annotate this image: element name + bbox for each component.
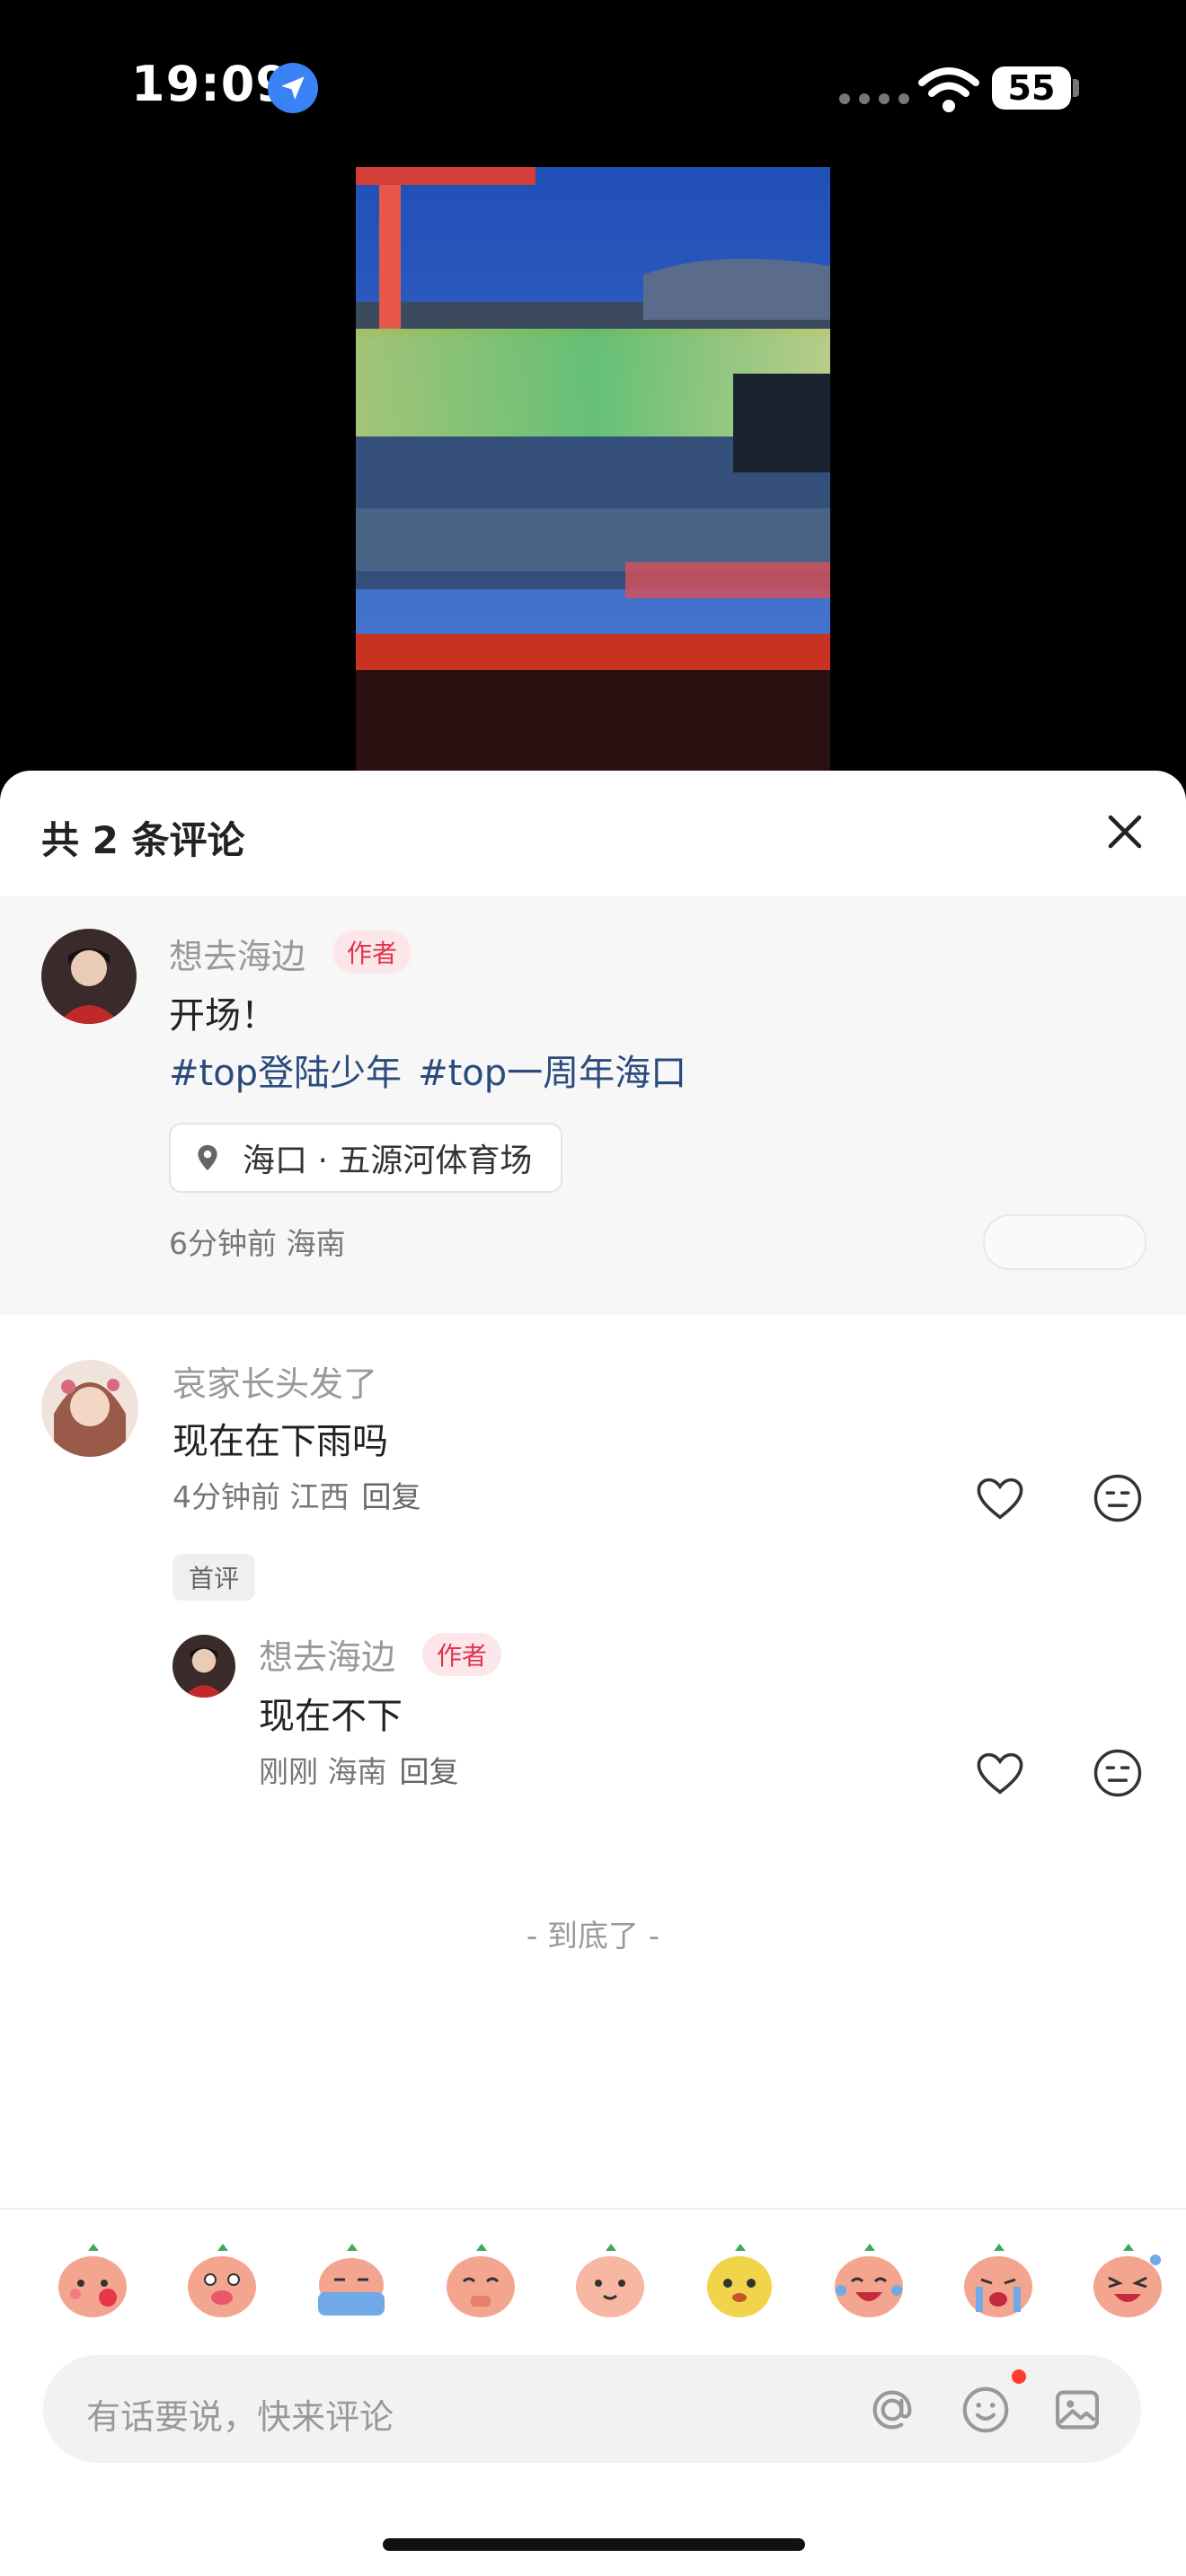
like-heart-icon[interactable] [976, 1477, 1024, 1522]
peach-crying-water-emoji-icon[interactable] [311, 2240, 392, 2321]
reply-meta: 刚刚 海南 回复 [259, 1748, 459, 1791]
post-meta: 6分钟前 海南 [169, 1226, 346, 1261]
location-pin-icon [198, 1144, 217, 1171]
comment-text: 现在在下雨吗 [173, 1421, 388, 1462]
comments-count-title: 共 2 条评论 [41, 818, 245, 862]
post-caption: 想去海边 作者 开场！ #top登陆少年 #top一周年海口 海口 · 五源河体育… [0, 896, 1186, 1315]
post-text: 开场！ [169, 995, 277, 1037]
location-arrow-icon [268, 63, 318, 113]
comment-input-placeholder[interactable]: 有话要说，快来评论 [86, 2389, 394, 2439]
commenter-avatar[interactable] [41, 1360, 138, 1457]
reply-text: 现在不下 [259, 1696, 403, 1737]
peach-pleading-emoji-icon[interactable] [440, 2240, 521, 2321]
reply-author-name[interactable]: 想去海边 [259, 1629, 395, 1679]
hashtag-link[interactable]: #top一周年海口 [418, 1053, 686, 1094]
reply-author-badge: 作者 [422, 1633, 502, 1676]
wifi-icon [918, 67, 979, 112]
close-icon[interactable] [1103, 810, 1146, 853]
comments-sheet: 共 2 条评论 想去海边 作者 开场！ #top登陆少年 #top一周年海口 海口… [0, 771, 1186, 2576]
peach-covering-mouth-emoji-icon[interactable] [181, 2240, 262, 2321]
battery-tip [1073, 79, 1079, 97]
commenter-name[interactable]: 哀家长头发了 [173, 1356, 377, 1406]
post-image[interactable] [356, 167, 830, 778]
author-name[interactable]: 想去海边 [169, 929, 305, 978]
mention-at-icon[interactable] [864, 2382, 920, 2438]
peach-smile-emoji-icon[interactable] [570, 2240, 651, 2321]
dislike-face-icon[interactable] [1093, 1748, 1143, 1798]
peach-blush-emoji-icon[interactable] [52, 2240, 133, 2321]
location-text: 海口 · 五源河体育场 [243, 1142, 533, 1179]
notification-dot [1012, 2369, 1026, 2384]
image-picker-icon[interactable] [1049, 2382, 1105, 2438]
mango-emoji-icon[interactable] [699, 2240, 780, 2321]
post-action-pill[interactable] [983, 1214, 1146, 1270]
hashtag-list: #top登陆少年 #top一周年海口 [169, 1044, 703, 1096]
hashtag-link[interactable]: #top登陆少年 [169, 1053, 402, 1094]
signal-dots-icon [839, 93, 909, 104]
first-comment-badge: 首评 [173, 1554, 256, 1601]
comment-time-region: 4分钟前 江西 [173, 1479, 350, 1514]
author-avatar[interactable] [41, 929, 137, 1024]
peach-angry-laugh-emoji-icon[interactable] [1087, 2240, 1168, 2321]
quick-emoji-bar [0, 2240, 1186, 2348]
dislike-face-icon[interactable] [1093, 1473, 1143, 1523]
reply-time-region: 刚刚 海南 [259, 1754, 387, 1789]
reply-button[interactable]: 回复 [362, 1479, 421, 1514]
divider [0, 2208, 1186, 2210]
battery-indicator: 55 [992, 66, 1071, 110]
reply-button[interactable]: 回复 [400, 1754, 459, 1789]
reply-author-avatar[interactable] [173, 1635, 235, 1698]
author-badge: 作者 [332, 931, 412, 974]
status-time: 19:09 [131, 56, 290, 112]
end-of-list: - 到底了 - [526, 1919, 660, 1954]
peach-laugh-tears-emoji-icon[interactable] [828, 2240, 909, 2321]
peach-sobbing-emoji-icon[interactable] [958, 2240, 1039, 2321]
home-indicator[interactable] [383, 2538, 805, 2551]
emoji-picker-icon[interactable] [958, 2382, 1013, 2438]
like-heart-icon[interactable] [976, 1751, 1024, 1796]
comment-input-bar[interactable]: 有话要说，快来评论 [43, 2355, 1141, 2463]
comment-meta: 4分钟前 江西 回复 [173, 1473, 421, 1516]
location-chip[interactable]: 海口 · 五源河体育场 [169, 1123, 563, 1193]
